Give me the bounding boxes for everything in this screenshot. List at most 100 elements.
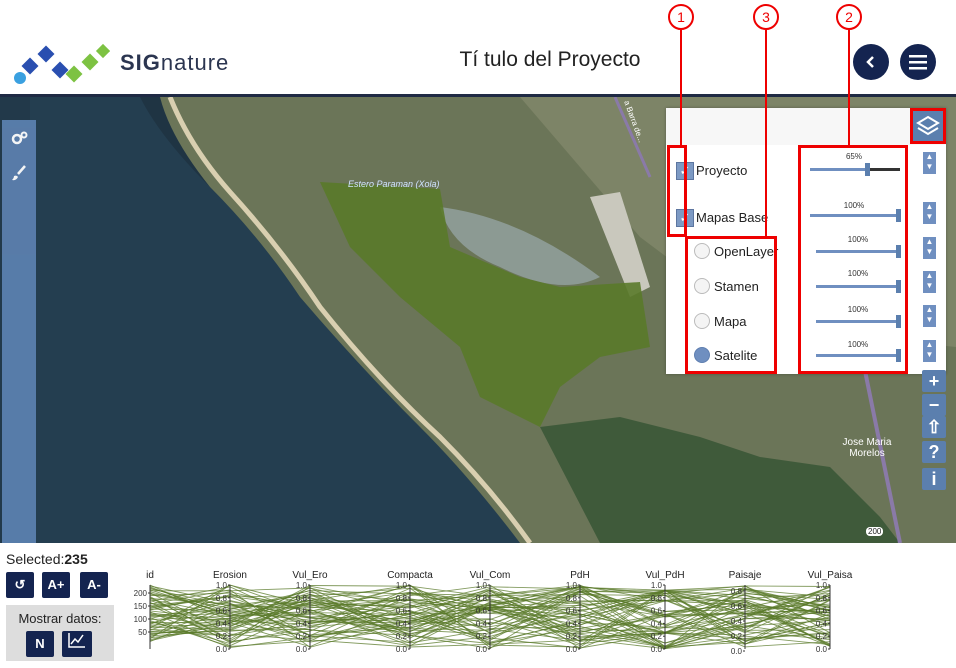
tick-label: 1.0 — [296, 581, 308, 590]
map-label-town: Jose Maria Morelos — [842, 437, 892, 459]
annotation-box-1 — [667, 145, 687, 237]
tick-label: 1.0 — [566, 581, 578, 590]
signature-logo-icon — [14, 43, 110, 84]
tick-label: 0.4 — [476, 619, 488, 628]
order-stepper-stamen[interactable]: ▲ ▼ — [923, 271, 936, 293]
tick-label: 150 — [134, 602, 148, 611]
callout-1: 1 — [668, 4, 694, 30]
show-data-label: Mostrar datos: — [18, 611, 102, 626]
tick-label: 0.8 — [216, 594, 228, 603]
chevron-left-icon — [866, 56, 874, 68]
axis-label: Paisaje — [729, 570, 762, 581]
layers-icon — [916, 115, 940, 136]
tick-label: 0.4 — [566, 619, 578, 628]
tick-label: 0.0 — [396, 645, 408, 654]
tick-label: 0.8 — [296, 594, 308, 603]
back-button[interactable] — [853, 44, 889, 80]
tick-label: 0.2 — [816, 632, 828, 641]
tick-label: 0.4 — [731, 617, 743, 626]
tick-label: 0.2 — [731, 632, 743, 641]
tick-label: 0.6 — [476, 607, 488, 616]
font-increase-button[interactable]: A+ — [42, 572, 70, 598]
tick-label: 0.0 — [296, 645, 308, 654]
tick-label: 0.4 — [396, 619, 408, 628]
zoom-in-button[interactable]: + — [922, 370, 946, 392]
map-label-highway: 200 — [866, 527, 884, 536]
layers-toggle-button[interactable] — [910, 108, 946, 144]
tick-label: 0.0 — [476, 645, 488, 654]
tick-label: 0.4 — [651, 619, 663, 628]
tick-label: 0.8 — [566, 594, 578, 603]
left-toolbar — [2, 120, 36, 550]
axis-label: Erosion — [213, 570, 247, 581]
tick-label: 0.2 — [651, 632, 663, 641]
tick-label: 0.0 — [651, 645, 663, 654]
axis-label: Vul_PdH — [645, 570, 684, 581]
show-data-box: Mostrar datos: N — [6, 605, 114, 661]
tick-label: 0.6 — [396, 607, 408, 616]
tick-label: 0.8 — [476, 594, 488, 603]
callout-2: 2 — [836, 4, 862, 30]
info-button[interactable]: i — [922, 468, 946, 490]
show-table-button[interactable]: N — [26, 631, 54, 657]
hamburger-menu-icon — [909, 55, 927, 70]
order-stepper-mapas-base[interactable]: ▲ ▼ — [923, 202, 936, 224]
selected-count: Selected:235 — [6, 551, 88, 567]
zoom-out-button[interactable]: − — [922, 394, 946, 416]
paintbrush-icon[interactable] — [9, 164, 29, 184]
annotation-box-2 — [798, 145, 908, 374]
tick-label: 0.0 — [566, 645, 578, 654]
tick-label: 1.0 — [396, 581, 408, 590]
tick-label: 1.0 — [651, 581, 663, 590]
axis-label: Vul_Com — [470, 570, 511, 581]
tick-label: 0.6 — [296, 607, 308, 616]
axis-label: Vul_Paisa — [808, 570, 853, 581]
reset-selection-button[interactable]: ↺ — [6, 572, 34, 598]
tick-label: 0.2 — [216, 632, 228, 641]
axis-label: PdH — [570, 570, 589, 581]
tick-label: 0.6 — [816, 607, 828, 616]
order-stepper-proyecto[interactable]: ▲ ▼ — [923, 152, 936, 174]
tick-label: 1.0 — [816, 581, 828, 590]
map-label-estero: Estero Paraman (Xola) — [348, 179, 440, 189]
order-stepper-openlayer[interactable]: ▲ ▼ — [923, 237, 936, 259]
tick-label: 0.2 — [396, 632, 408, 641]
chart-icon — [68, 633, 85, 648]
tick-label: 200 — [134, 589, 148, 598]
tick-label: 0.4 — [816, 619, 828, 628]
order-stepper-mapa[interactable]: ▲ ▼ — [923, 305, 936, 327]
annotation-box-3 — [685, 236, 777, 374]
tick-label: 0.2 — [476, 632, 488, 641]
callout-3: 3 — [753, 4, 779, 30]
tick-label: 0.8 — [731, 587, 743, 596]
tick-label: 50 — [138, 628, 147, 637]
tick-label: 0.8 — [396, 594, 408, 603]
tick-label: 0.6 — [566, 607, 578, 616]
page-title: Tí tulo del Proyecto — [459, 48, 641, 71]
tick-label: 0.0 — [731, 647, 743, 656]
tick-label: 100 — [134, 615, 148, 624]
font-decrease-button[interactable]: A- — [80, 572, 108, 598]
tick-label: 0.0 — [216, 645, 228, 654]
axis-label: id — [146, 570, 154, 581]
tick-label: 0.6 — [651, 607, 663, 616]
tick-label: 0.4 — [296, 619, 308, 628]
gears-icon[interactable] — [9, 130, 29, 150]
tick-label: 1.0 — [476, 581, 488, 590]
tick-label: 0.2 — [566, 632, 578, 641]
tick-label: 0.6 — [731, 602, 743, 611]
show-chart-button[interactable] — [62, 631, 92, 657]
parallel-coordinates-chart[interactable]: id20015010050Erosion1.00.80.60.40.20.0Vu… — [120, 563, 956, 663]
menu-button[interactable] — [900, 44, 936, 80]
help-button[interactable]: ? — [922, 441, 946, 463]
tick-label: 0.4 — [216, 619, 228, 628]
axis-label: Vul_Ero — [292, 570, 328, 581]
reset-extent-button[interactable]: ⇧ — [922, 416, 946, 438]
brand-name: SIGnature — [120, 50, 230, 75]
tick-label: 0.8 — [651, 594, 663, 603]
tick-label: 1.0 — [216, 581, 228, 590]
layer-label-proyecto: Proyecto — [696, 163, 748, 178]
tick-label: 0.2 — [296, 632, 308, 641]
order-stepper-satelite[interactable]: ▲ ▼ — [923, 340, 936, 362]
tick-label: 0.8 — [816, 594, 828, 603]
